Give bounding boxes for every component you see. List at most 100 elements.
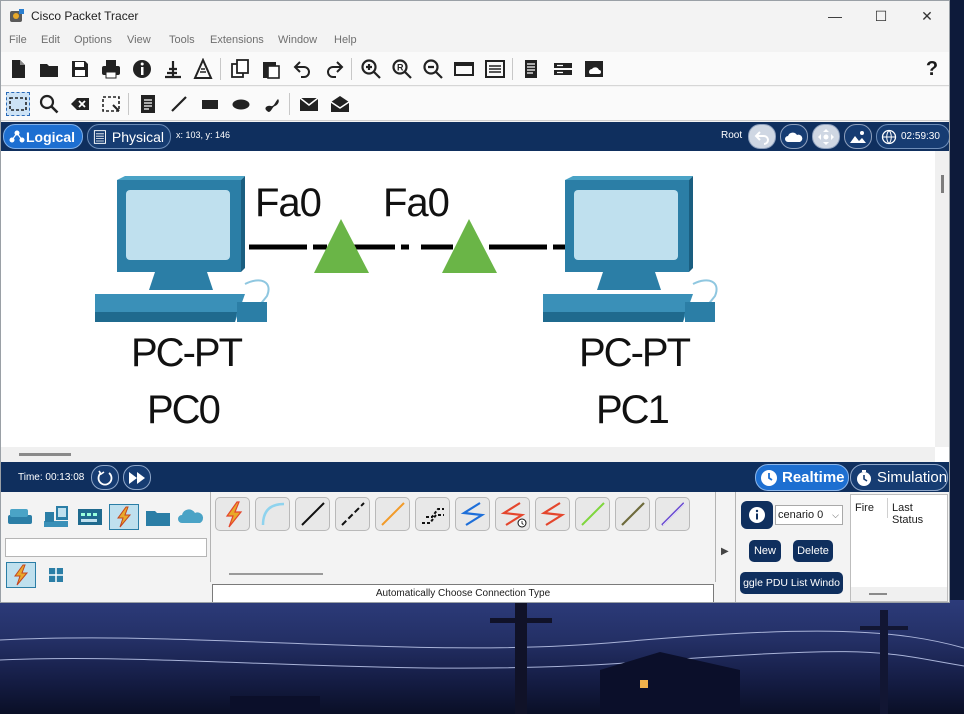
save-icon[interactable] bbox=[68, 57, 92, 81]
serial-dte-icon[interactable] bbox=[535, 497, 570, 531]
usb-cable-icon[interactable] bbox=[655, 497, 690, 531]
close-button[interactable]: ✕ bbox=[904, 1, 949, 31]
resize-shape-icon[interactable] bbox=[99, 92, 123, 116]
pdu-table-scroll-thumb[interactable] bbox=[869, 593, 887, 595]
realtime-mode-button[interactable]: Realtime bbox=[755, 464, 849, 491]
connections-icon[interactable] bbox=[109, 504, 139, 530]
desktop-wallpaper bbox=[0, 600, 964, 714]
select-icon[interactable] bbox=[6, 92, 30, 116]
scenario-dropdown[interactable]: cenario 0 ⌵ bbox=[775, 505, 843, 525]
connection-scroll-thumb[interactable] bbox=[229, 573, 323, 575]
automatic-connection-icon[interactable] bbox=[215, 497, 250, 531]
fast-forward-icon[interactable] bbox=[123, 465, 151, 490]
components-icon[interactable] bbox=[75, 504, 105, 530]
drawing-toolbar bbox=[1, 87, 949, 121]
set-background-icon[interactable] bbox=[844, 124, 872, 149]
move-object-icon[interactable] bbox=[812, 124, 840, 149]
connections-subcategory-icon[interactable] bbox=[6, 562, 36, 588]
place-note-icon[interactable] bbox=[136, 92, 160, 116]
end-devices-icon[interactable] bbox=[41, 504, 71, 530]
iot-custom-cable-icon[interactable] bbox=[615, 497, 650, 531]
draw-rectangle-icon[interactable] bbox=[198, 92, 222, 116]
pc1-device-icon[interactable] bbox=[543, 176, 718, 322]
draw-ellipse-icon[interactable] bbox=[229, 92, 253, 116]
copper-cross-over-icon[interactable] bbox=[335, 497, 370, 531]
inspect-icon[interactable] bbox=[37, 92, 61, 116]
pdu-info-icon[interactable] bbox=[741, 501, 773, 529]
svg-text:R: R bbox=[397, 63, 404, 73]
horizontal-scrollbar[interactable] bbox=[1, 447, 935, 462]
undo-icon[interactable] bbox=[291, 57, 315, 81]
logical-workspace[interactable]: Fa0 Fa0 PC-PT PC0 PC-PT PC1 bbox=[1, 151, 949, 462]
activity-wizard-icon[interactable] bbox=[161, 57, 185, 81]
menu-options[interactable]: Options bbox=[74, 34, 112, 46]
cloud-icon[interactable] bbox=[582, 57, 606, 81]
new-file-icon[interactable] bbox=[6, 57, 30, 81]
delete-scenario-button[interactable]: Delete bbox=[793, 540, 833, 562]
pc0-port-label: Fa0 bbox=[255, 181, 322, 225]
vertical-scrollbar[interactable] bbox=[935, 151, 949, 447]
power-cycle-icon[interactable] bbox=[91, 465, 119, 490]
menu-view[interactable]: View bbox=[127, 34, 151, 46]
pc0-device-icon[interactable] bbox=[95, 176, 270, 322]
fiber-icon[interactable] bbox=[375, 497, 410, 531]
add-simple-pdu-icon[interactable] bbox=[297, 92, 321, 116]
redo-icon[interactable] bbox=[322, 57, 346, 81]
device-search-box[interactable] bbox=[5, 538, 207, 557]
open-folder-icon[interactable] bbox=[37, 57, 61, 81]
network-info-icon[interactable] bbox=[551, 57, 575, 81]
horizontal-scroll-thumb[interactable] bbox=[19, 453, 71, 456]
new-scenario-button[interactable]: New bbox=[749, 540, 781, 562]
packet-tracer-icon[interactable] bbox=[191, 57, 215, 81]
zoom-reset-icon[interactable]: R bbox=[390, 57, 414, 81]
viewport-clock[interactable]: 02:59:30 bbox=[876, 124, 949, 149]
console-cable-icon[interactable] bbox=[255, 497, 290, 531]
info-icon[interactable] bbox=[130, 57, 154, 81]
new-cluster-icon[interactable] bbox=[780, 124, 808, 149]
tab-physical[interactable]: Physical bbox=[87, 124, 171, 149]
pc1-port-label: Fa0 bbox=[383, 181, 450, 225]
menu-extensions[interactable]: Extensions bbox=[210, 34, 264, 46]
vertical-scroll-thumb[interactable] bbox=[941, 175, 944, 193]
palette-icon[interactable] bbox=[452, 57, 476, 81]
delete-icon[interactable] bbox=[68, 92, 92, 116]
toggle-pdu-list-button[interactable]: ggle PDU List Windo bbox=[740, 572, 843, 594]
pdu-list-icon[interactable] bbox=[519, 57, 543, 81]
menu-window[interactable]: Window bbox=[278, 34, 317, 46]
menu-file[interactable]: File bbox=[9, 34, 27, 46]
coaxial-cable-icon[interactable] bbox=[455, 497, 490, 531]
draw-freeform-icon[interactable] bbox=[260, 92, 284, 116]
expand-arrow-icon[interactable]: ▶ bbox=[721, 546, 731, 558]
grid-icon[interactable] bbox=[41, 562, 71, 588]
multiuser-icon[interactable] bbox=[176, 504, 206, 530]
app-window: Cisco Packet Tracer — ☐ ✕ File Edit Opti… bbox=[0, 0, 950, 603]
column-last-status: Last Status bbox=[892, 502, 924, 526]
phone-cable-icon[interactable] bbox=[415, 497, 450, 531]
network-link[interactable] bbox=[249, 219, 566, 273]
add-complex-pdu-icon[interactable] bbox=[328, 92, 352, 116]
draw-line-icon[interactable] bbox=[167, 92, 191, 116]
menu-edit[interactable]: Edit bbox=[41, 34, 60, 46]
back-icon[interactable] bbox=[748, 124, 776, 149]
maximize-button[interactable]: ☐ bbox=[858, 1, 904, 31]
help-icon[interactable]: ? bbox=[920, 57, 944, 81]
tab-logical[interactable]: Logical bbox=[3, 124, 83, 149]
octal-cable-icon[interactable] bbox=[575, 497, 610, 531]
zoom-out-icon[interactable] bbox=[421, 57, 445, 81]
serial-dce-icon[interactable] bbox=[495, 497, 530, 531]
simulation-mode-button[interactable]: Simulation bbox=[850, 464, 948, 491]
paste-icon[interactable] bbox=[259, 57, 283, 81]
zoom-in-icon[interactable] bbox=[359, 57, 383, 81]
menu-help[interactable]: Help bbox=[334, 34, 357, 46]
logical-topology-icon bbox=[9, 130, 25, 142]
network-devices-icon[interactable] bbox=[5, 504, 35, 530]
custom-device-dialog-icon[interactable] bbox=[483, 57, 507, 81]
menu-tools[interactable]: Tools bbox=[169, 34, 195, 46]
pc0-model-label: PC-PT bbox=[131, 331, 243, 375]
miscellaneous-icon[interactable] bbox=[143, 504, 173, 530]
pdu-table-scrollbar[interactable] bbox=[851, 587, 947, 601]
copy-icon[interactable] bbox=[228, 57, 252, 81]
print-icon[interactable] bbox=[99, 57, 123, 81]
copper-straight-through-icon[interactable] bbox=[295, 497, 330, 531]
minimize-button[interactable]: — bbox=[812, 1, 858, 31]
